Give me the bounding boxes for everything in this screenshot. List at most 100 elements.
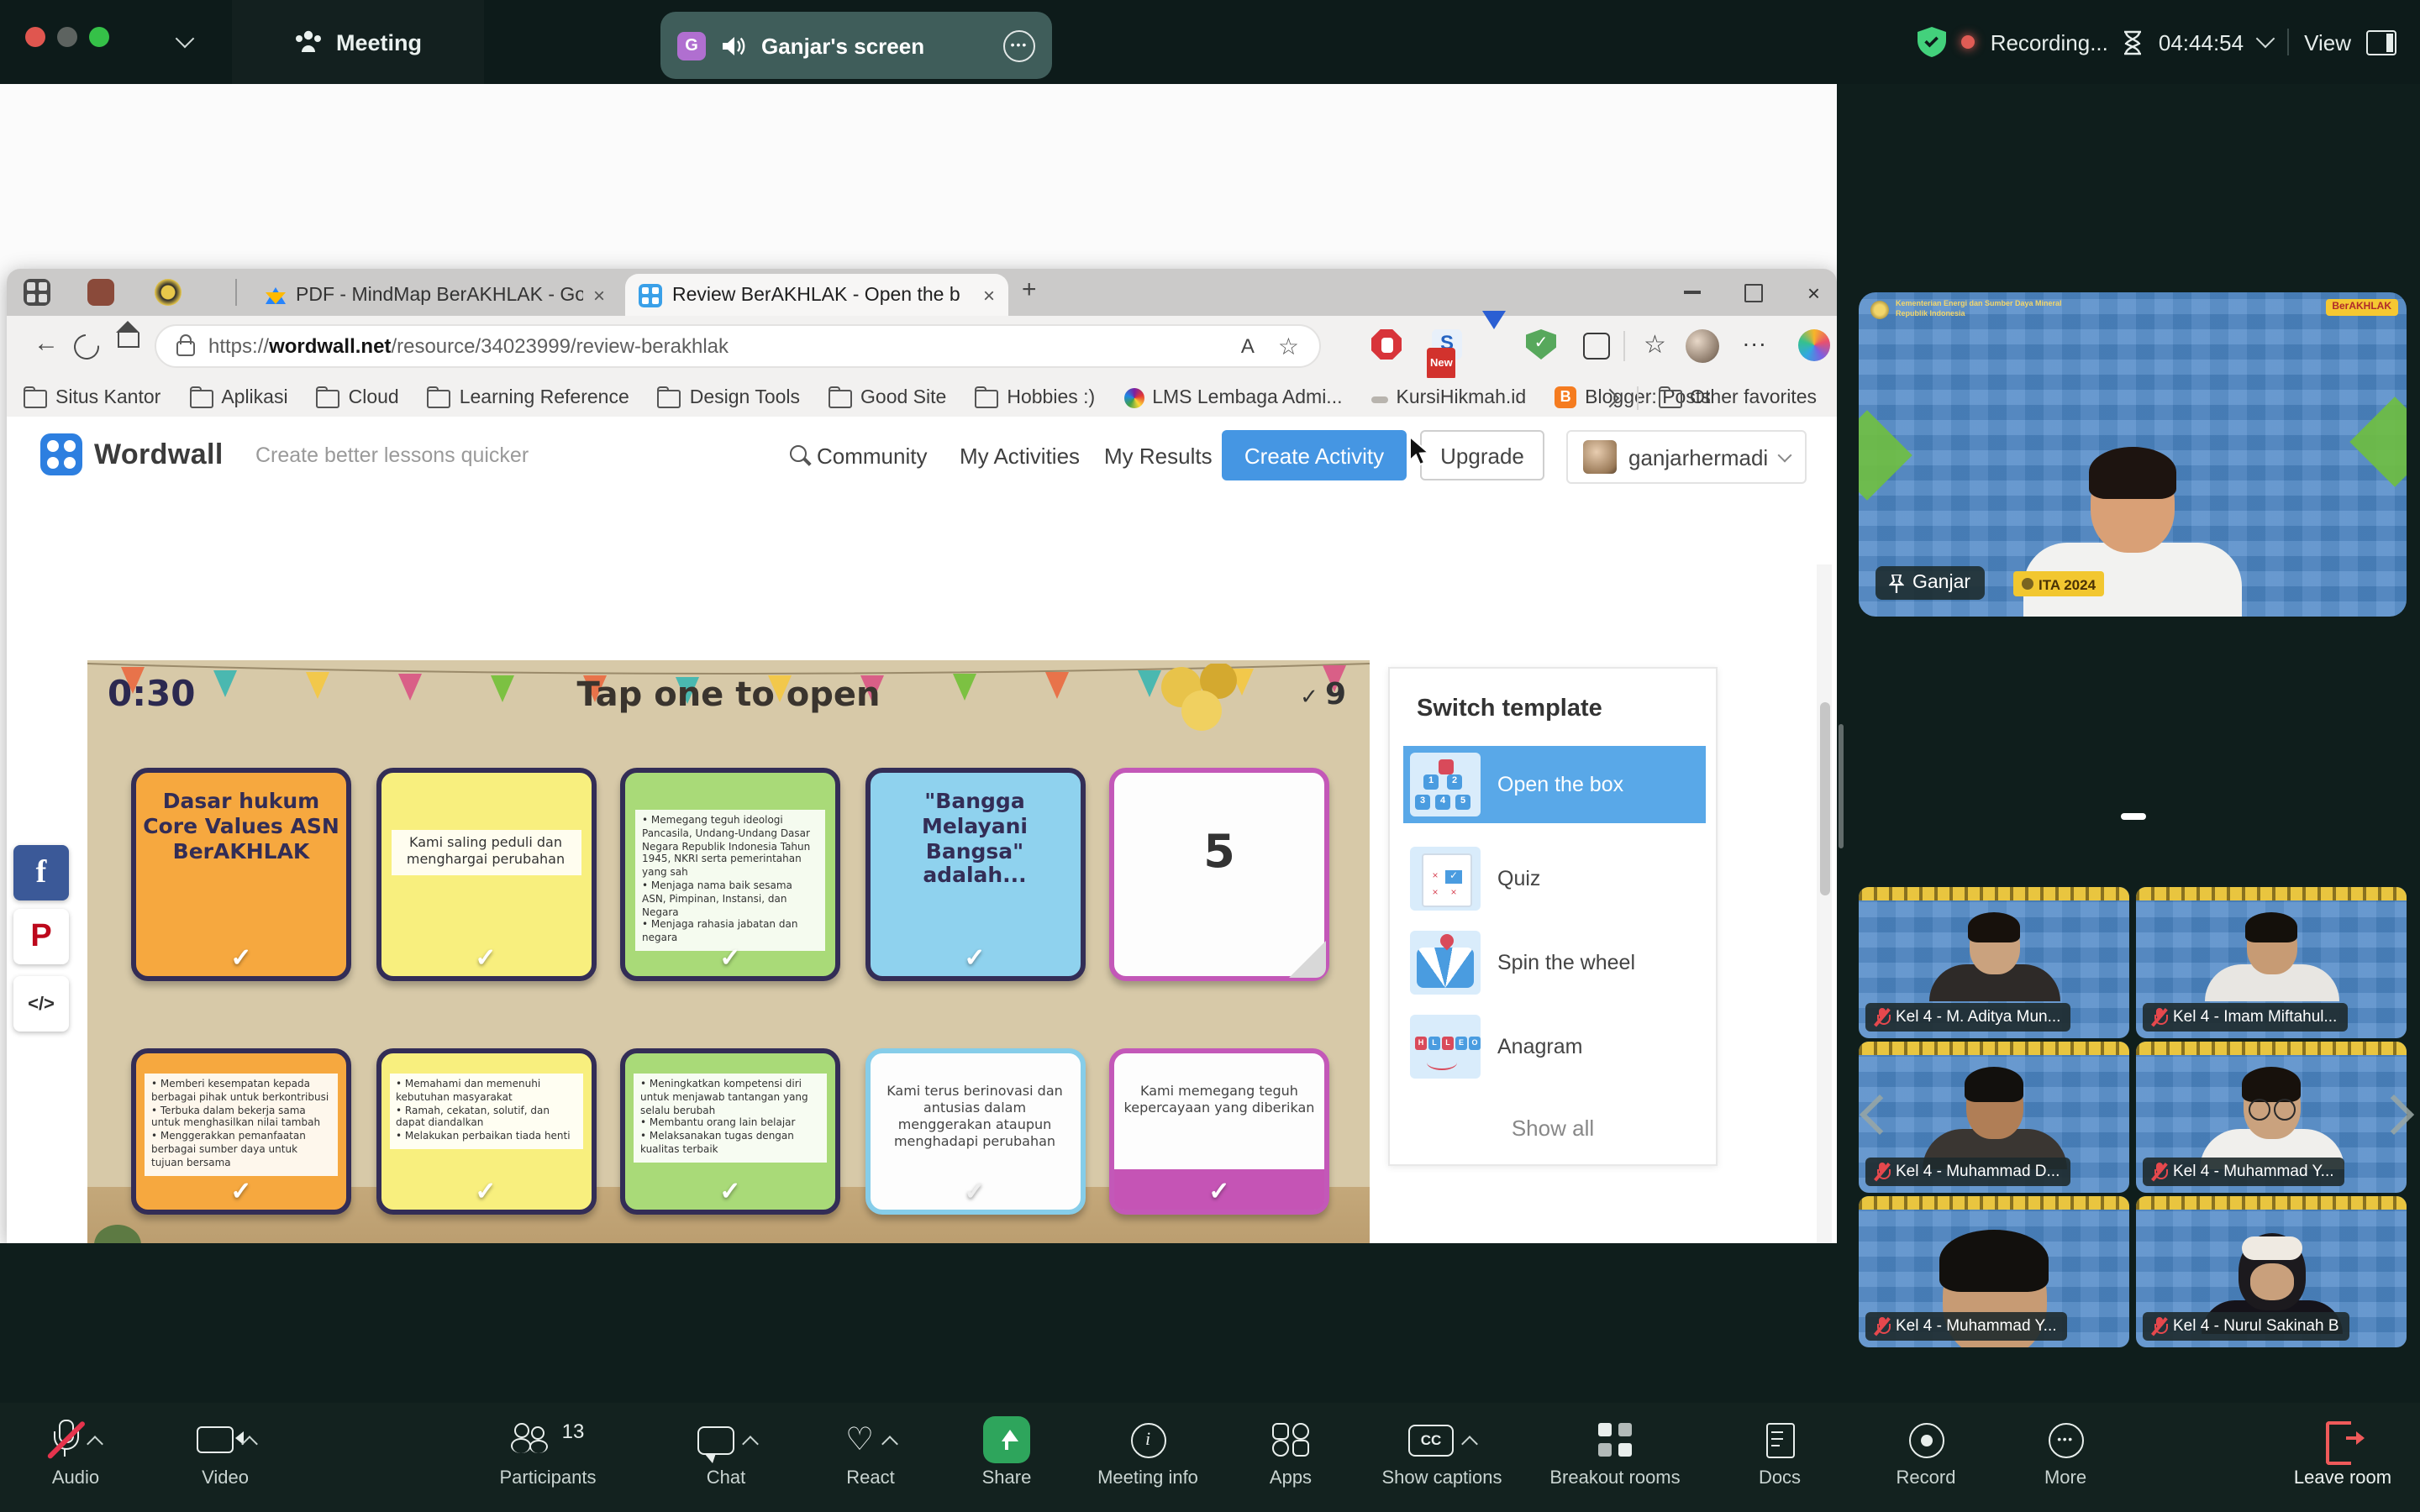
video-tile[interactable]: Kel 4 - Muhammad Y...: [1859, 1196, 2129, 1347]
close-tab-icon[interactable]: ×: [983, 283, 995, 307]
template-open-the-box[interactable]: 1 2 3 4 5 Open the box: [1403, 746, 1706, 823]
minimize-window-button[interactable]: [57, 27, 77, 47]
video-button[interactable]: Video: [133, 1416, 318, 1488]
view-button[interactable]: View: [2304, 29, 2351, 55]
user-menu[interactable]: ganjarhermadi: [1566, 430, 1807, 484]
facebook-share-button[interactable]: f: [13, 845, 69, 900]
game-card[interactable]: • Memahami dan memenuhi kebutuhan masyar…: [376, 1048, 596, 1215]
pinterest-share-button[interactable]: P: [13, 909, 69, 964]
bookmark-folder[interactable]: Situs Kantor: [24, 386, 160, 408]
adguard-extension-icon[interactable]: ✓: [1526, 329, 1556, 360]
game-card[interactable]: Kami terus berinovasi dan antusias dalam…: [865, 1048, 1085, 1215]
minimize-icon[interactable]: [1685, 291, 1702, 294]
search-icon[interactable]: [790, 445, 807, 462]
other-favorites[interactable]: Other favorites: [1658, 386, 1817, 408]
mic-muted-icon: [51, 1420, 78, 1460]
embed-share-button[interactable]: </>: [13, 976, 69, 1032]
panel-scrollbar-thumb[interactable]: [1839, 724, 1844, 848]
participants-button[interactable]: 13 Participants: [455, 1416, 640, 1488]
favorite-star-icon[interactable]: ☆: [1278, 332, 1299, 360]
captions-options-chevron-icon[interactable]: [1461, 1435, 1478, 1452]
s-extension-icon[interactable]: S New: [1432, 329, 1462, 360]
video-tile[interactable]: Kel 4 - Muhammad Y...: [2136, 1042, 2407, 1193]
bookmark-folder[interactable]: Cloud: [317, 386, 399, 408]
tab-meeting[interactable]: Meeting: [232, 0, 484, 84]
breakout-rooms-button[interactable]: Breakout rooms: [1523, 1416, 1707, 1488]
close-tab-icon[interactable]: ×: [593, 283, 605, 307]
chat-options-chevron-icon[interactable]: [741, 1435, 758, 1452]
show-all-link[interactable]: Show all: [1390, 1116, 1716, 1141]
game-card[interactable]: "Bangga Melayani Bangsa" adalah... ✓: [865, 768, 1085, 981]
bookmark-kursihikmah[interactable]: KursiHikmah.id: [1371, 387, 1527, 407]
maximize-icon[interactable]: [1745, 283, 1764, 302]
copilot-icon[interactable]: [1798, 329, 1830, 361]
tab-actions-icon[interactable]: [24, 279, 50, 306]
template-anagram[interactable]: H L L E O Anagram: [1403, 1008, 1706, 1085]
tab-ganjars-screen[interactable]: G Ganjar's screen •••: [660, 12, 1052, 79]
view-layout-icon[interactable]: [2366, 29, 2396, 55]
game-card[interactable]: Dasar hukum Core Values ASN BerAKHLAK ✓: [131, 768, 351, 981]
leave-room-button[interactable]: Leave room: [2250, 1416, 2420, 1488]
collapse-chevron-icon[interactable]: [176, 29, 195, 49]
scrollbar-thumb[interactable]: [1819, 702, 1829, 895]
tile-banner: [2136, 1042, 2407, 1055]
video-tile[interactable]: Kel 4 - Imam Miftahul...: [2136, 887, 2407, 1038]
game-card[interactable]: Kami memegang teguh kepercayaan yang dib…: [1109, 1048, 1329, 1215]
address-bar[interactable]: https://wordwall.net/resource/34023999/r…: [155, 324, 1321, 368]
game-card[interactable]: • Memberi kesempatan kepada berbagai pih…: [131, 1048, 351, 1215]
main-video-ganjar[interactable]: Kementerian Energi dan Sumber Daya Miner…: [1859, 292, 2407, 617]
browser-tab-pdf-mindmap[interactable]: PDF - MindMap BerAKHLAK - Go ×: [252, 274, 618, 316]
close-icon[interactable]: ×: [1807, 280, 1820, 305]
adblock-extension-icon[interactable]: [1371, 329, 1402, 360]
security-shield-icon[interactable]: [1918, 27, 1947, 57]
game-card[interactable]: • Memegang teguh ideologi Pancasila, Und…: [620, 768, 840, 981]
react-options-chevron-icon[interactable]: [881, 1435, 898, 1452]
bookmarks-overflow-chevron-icon[interactable]: [1600, 388, 1619, 407]
home-icon[interactable]: [118, 333, 139, 348]
bookmark-folder[interactable]: Hobbies :): [975, 386, 1095, 408]
timer-chevron-icon[interactable]: [2256, 29, 2275, 49]
pinned-tab-favicon[interactable]: [87, 279, 114, 306]
scrollbar-track[interactable]: [1817, 564, 1832, 1243]
video-options-chevron-icon[interactable]: [240, 1435, 257, 1452]
new-tab-button[interactable]: +: [1022, 276, 1037, 304]
refresh-icon[interactable]: [69, 329, 104, 365]
screen-tab-menu-icon[interactable]: •••: [1003, 29, 1035, 61]
audio-options-chevron-icon[interactable]: [86, 1435, 103, 1452]
back-icon[interactable]: ←: [34, 329, 59, 358]
upgrade-button[interactable]: Upgrade: [1420, 430, 1544, 480]
extensions-puzzle-icon[interactable]: [1583, 333, 1610, 360]
close-window-button[interactable]: [25, 27, 45, 47]
bookmark-lms[interactable]: LMS Lembaga Admi...: [1123, 387, 1342, 407]
wordwall-logo[interactable]: Wordwall: [40, 433, 224, 475]
nav-community[interactable]: Community: [817, 444, 928, 469]
url-text[interactable]: https://wordwall.net/resource/34023999/r…: [208, 334, 1228, 358]
bookmark-folder[interactable]: Aplikasi: [189, 386, 287, 408]
more-button[interactable]: ••• More: [1973, 1416, 2158, 1488]
template-quiz[interactable]: × ✓ × × Quiz: [1403, 840, 1706, 917]
template-spin-the-wheel[interactable]: Spin the wheel: [1403, 924, 1706, 1001]
pinned-tab-favicon-2[interactable]: [155, 279, 182, 306]
favorites-list-icon[interactable]: ☆: [1644, 329, 1666, 360]
profile-avatar[interactable]: [1686, 329, 1719, 363]
video-tile[interactable]: Kel 4 - Nurul Sakinah B: [2136, 1196, 2407, 1347]
bookmark-folder[interactable]: Learning Reference: [428, 386, 629, 408]
create-activity-button[interactable]: Create Activity: [1222, 430, 1407, 480]
panel-resize-handle[interactable]: [2121, 813, 2146, 820]
nav-my-results[interactable]: My Results: [1104, 444, 1213, 469]
read-aloud-icon[interactable]: A: [1241, 334, 1255, 358]
zoom-window-button[interactable]: [89, 27, 109, 47]
game-card-unopened[interactable]: 5: [1109, 768, 1329, 981]
bookmark-folder[interactable]: Design Tools: [658, 386, 800, 408]
recording-label[interactable]: Recording...: [1991, 29, 2108, 55]
browser-tab-review-berakhlak[interactable]: Review BerAKHLAK - Open the b ×: [625, 274, 1008, 316]
download-extension-icon[interactable]: [1482, 329, 1512, 360]
game-card[interactable]: Kami saling peduli dan menghargai peruba…: [376, 768, 596, 981]
game-card[interactable]: • Meningkatkan kompetensi diri untuk men…: [620, 1048, 840, 1215]
show-captions-button[interactable]: CC Show captions: [1349, 1416, 1534, 1488]
nav-my-activities[interactable]: My Activities: [960, 444, 1080, 469]
video-tile[interactable]: Kel 4 - M. Aditya Mun...: [1859, 887, 2129, 1038]
settings-menu-icon[interactable]: ...: [1743, 324, 1767, 351]
bookmark-folder[interactable]: Good Site: [829, 386, 946, 408]
video-tile[interactable]: Kel 4 - Muhammad D...: [1859, 1042, 2129, 1193]
